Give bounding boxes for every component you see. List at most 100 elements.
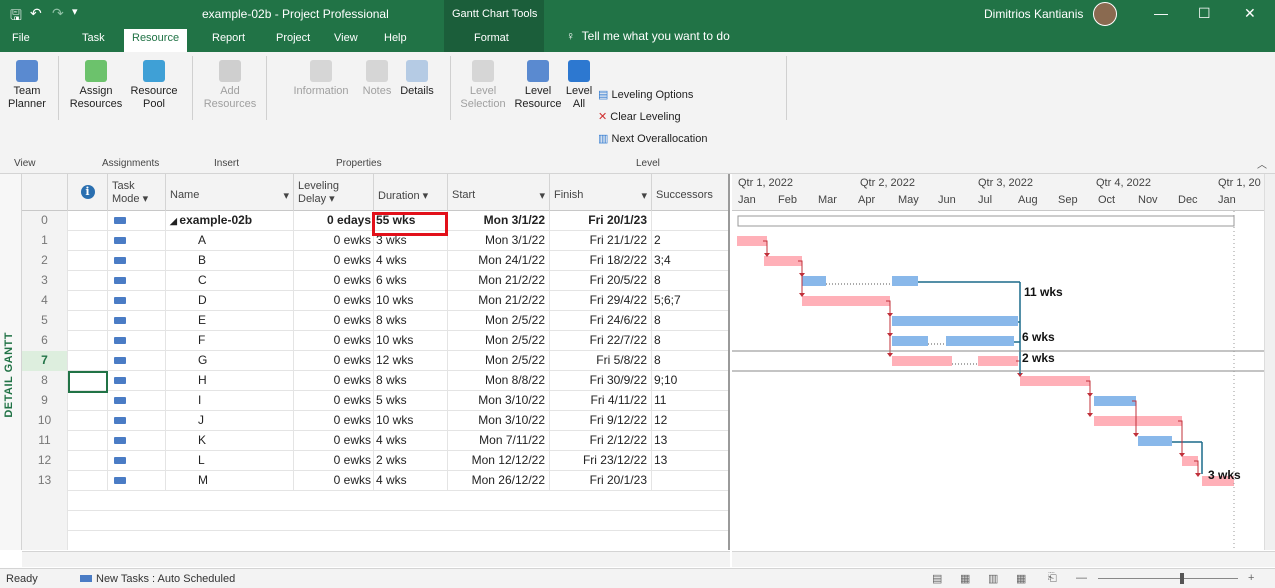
finish-cell[interactable]: Fri 9/12/22	[550, 411, 652, 431]
name-cell[interactable]: B	[166, 251, 294, 271]
redo-icon[interactable]: ↷	[52, 5, 64, 22]
leveling-delay-cell[interactable]: 0 ewks	[294, 351, 374, 371]
row-id[interactable]: 4	[22, 291, 68, 311]
table-row[interactable]: 2 B 0 ewks 4 wks Mon 24/1/22 Fri 18/2/22 3;4	[22, 251, 728, 271]
task-mode-cell[interactable]	[108, 411, 166, 431]
successors-cell[interactable]: 8	[652, 271, 728, 291]
indicator-cell[interactable]	[68, 391, 108, 411]
finish-cell[interactable]: Fri 18/2/22	[550, 251, 652, 271]
selected-cell[interactable]	[68, 371, 108, 393]
level-all-button[interactable]: Level All	[564, 60, 594, 111]
name-cell[interactable]: A	[166, 231, 294, 251]
name-cell[interactable]: F	[166, 331, 294, 351]
name-cell[interactable]: ◢ example-02b	[166, 211, 294, 231]
task-usage-icon[interactable]: ▦	[960, 572, 970, 585]
table-row[interactable]: 11 K 0 ewks 4 wks Mon 7/11/22 Fri 2/12/22 13	[22, 431, 728, 451]
name-cell[interactable]: J	[166, 411, 294, 431]
start-cell[interactable]: Mon 2/5/22	[448, 331, 550, 351]
close-icon[interactable]: ✕	[1244, 5, 1256, 22]
finish-cell[interactable]: Fri 4/11/22	[550, 391, 652, 411]
indicator-cell[interactable]	[68, 411, 108, 431]
duration-cell[interactable]: 4 wks	[374, 471, 448, 491]
table-horizontal-scrollbar[interactable]	[22, 551, 730, 567]
leveling-delay-cell[interactable]: 0 ewks	[294, 331, 374, 351]
indicator-cell[interactable]	[68, 251, 108, 271]
row-id[interactable]	[22, 531, 68, 550]
new-tasks-mode[interactable]: New Tasks : Auto Scheduled	[80, 573, 235, 585]
team-planner-button[interactable]: Team Planner	[4, 60, 50, 111]
successors-cell[interactable]: 13	[652, 431, 728, 451]
duration-cell[interactable]: 10 wks	[374, 331, 448, 351]
task-mode-cell[interactable]	[108, 351, 166, 371]
row-id[interactable]: 2	[22, 251, 68, 271]
resource-sheet-icon[interactable]: ▦	[1016, 572, 1026, 585]
undo-icon[interactable]: ↶	[30, 5, 42, 22]
start-header[interactable]: Start ▾	[448, 174, 550, 211]
task-mode-header[interactable]: Task Mode ▾	[108, 174, 166, 211]
row-id[interactable]	[22, 491, 68, 511]
start-cell[interactable]: Mon 8/8/22	[448, 371, 550, 391]
select-all-corner[interactable]	[22, 174, 68, 211]
save-icon[interactable]: 🖫	[10, 5, 22, 29]
finish-cell[interactable]: Fri 29/4/22	[550, 291, 652, 311]
start-cell[interactable]: Mon 3/1/22	[448, 211, 550, 231]
indicator-cell[interactable]	[68, 311, 108, 331]
task-mode-cell[interactable]	[108, 311, 166, 331]
start-cell[interactable]: Mon 12/12/22	[448, 451, 550, 471]
gantt-view-icon[interactable]: ▤	[932, 572, 942, 585]
table-row[interactable]: 8 H 0 ewks 8 wks Mon 8/8/22 Fri 30/9/22 9;10	[22, 371, 728, 391]
indicator-cell[interactable]	[68, 431, 108, 451]
finish-cell[interactable]: Fri 20/5/22	[550, 271, 652, 291]
table-row[interactable]: 13 M 0 ewks 4 wks Mon 26/12/22 Fri 20/1/23	[22, 471, 728, 491]
information-button[interactable]: Information	[286, 60, 356, 98]
successors-cell[interactable]	[652, 211, 728, 231]
row-id[interactable]: 3	[22, 271, 68, 291]
successors-cell[interactable]: 9;10	[652, 371, 728, 391]
task-mode-cell[interactable]	[108, 231, 166, 251]
empty-row[interactable]	[22, 491, 728, 511]
successors-cell[interactable]: 8	[652, 331, 728, 351]
row-id[interactable]: 11	[22, 431, 68, 451]
leveling-delay-cell[interactable]: 0 ewks	[294, 251, 374, 271]
name-cell[interactable]: G	[166, 351, 294, 371]
assign-resources-button[interactable]: Assign Resources	[66, 60, 126, 111]
row-id[interactable]: 13	[22, 471, 68, 491]
row-id[interactable]: 1	[22, 231, 68, 251]
avatar[interactable]	[1093, 2, 1117, 26]
indicator-cell[interactable]	[68, 291, 108, 311]
task-mode-cell[interactable]	[108, 471, 166, 491]
indicator-header[interactable]: i	[68, 174, 108, 211]
start-cell[interactable]: Mon 3/1/22	[448, 231, 550, 251]
leveling-delay-cell[interactable]: 0 edays	[294, 211, 374, 231]
table-row[interactable]: 9 I 0 ewks 5 wks Mon 3/10/22 Fri 4/11/22 11	[22, 391, 728, 411]
successors-cell[interactable]: 12	[652, 411, 728, 431]
indicator-cell[interactable]	[68, 211, 108, 231]
row-id[interactable]: 10	[22, 411, 68, 431]
row-id[interactable]	[22, 511, 68, 531]
collapse-ribbon-icon[interactable]: ︿	[1257, 156, 1267, 171]
name-cell[interactable]: D	[166, 291, 294, 311]
leveling-delay-cell[interactable]: 0 ewks	[294, 451, 374, 471]
quick-access-menu-icon[interactable]: ▾	[72, 5, 78, 18]
finish-cell[interactable]: Fri 22/7/22	[550, 331, 652, 351]
leveling-delay-cell[interactable]: 0 ewks	[294, 471, 374, 491]
notes-button[interactable]: Notes	[360, 60, 394, 98]
task-mode-cell[interactable]	[108, 271, 166, 291]
indicator-cell[interactable]	[68, 451, 108, 471]
team-planner-view-icon[interactable]: ▥	[988, 572, 998, 585]
table-row[interactable]: 10 J 0 ewks 10 wks Mon 3/10/22 Fri 9/12/22 12	[22, 411, 728, 431]
table-row[interactable]: 4 D 0 ewks 10 wks Mon 21/2/22 Fri 29/4/22 5;6;…	[22, 291, 728, 311]
level-selection-button[interactable]: Level Selection	[454, 60, 512, 111]
indicator-cell[interactable]	[68, 331, 108, 351]
name-cell[interactable]: K	[166, 431, 294, 451]
empty-row[interactable]	[22, 511, 728, 531]
finish-cell[interactable]: Fri 21/1/22	[550, 231, 652, 251]
duration-cell[interactable]: 10 wks	[374, 291, 448, 311]
finish-cell[interactable]: Fri 24/6/22	[550, 311, 652, 331]
duration-cell[interactable]: 5 wks	[374, 391, 448, 411]
row-id[interactable]: 6	[22, 331, 68, 351]
duration-cell[interactable]: 6 wks	[374, 271, 448, 291]
successors-cell[interactable]	[652, 471, 728, 491]
row-id[interactable]: 0	[22, 211, 68, 231]
name-cell[interactable]: H	[166, 371, 294, 391]
